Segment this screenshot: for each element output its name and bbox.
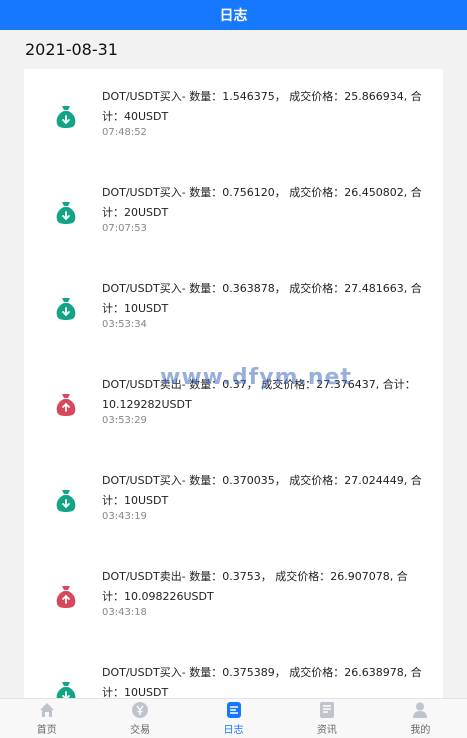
page-title: 日志 — [219, 8, 248, 24]
home-icon — [39, 703, 54, 717]
money-bag-down-icon — [56, 106, 76, 128]
money-bag-down-icon — [56, 202, 76, 224]
tab-profile[interactable]: 我的 — [374, 699, 467, 738]
tab-label: 我的 — [410, 725, 431, 736]
tab-label: 日志 — [223, 725, 244, 736]
tab-label: 资讯 — [316, 725, 337, 736]
log-time: 03:53:29 — [102, 415, 147, 426]
log-text: DOT/USDT买入- 数量：0.363878， 成交价格：27.481663,… — [102, 282, 422, 315]
log-text: DOT/USDT买入- 数量：0.375389， 成交价格：26.638978,… — [102, 666, 422, 699]
log-text: DOT/USDT买入- 数量：0.756120， 成交价格：26.450802,… — [102, 186, 422, 219]
log-date: 2021-08-31 — [25, 40, 118, 59]
log-time: 07:48:52 — [102, 127, 147, 138]
tab-news[interactable]: 资讯 — [280, 699, 373, 738]
trade-icon — [132, 702, 149, 718]
log-time: 03:43:19 — [102, 511, 147, 522]
user-icon — [413, 702, 428, 718]
log-time: 03:43:18 — [102, 607, 147, 618]
bottom-tab-bar: 首页 交易 日志 资讯 我的 — [0, 698, 467, 738]
log-time: 07:07:53 — [102, 223, 147, 234]
log-text: DOT/USDT买入- 数量：1.546375， 成交价格：25.866934,… — [102, 90, 422, 123]
app-header: 日志 — [0, 0, 467, 30]
tab-log[interactable]: 日志 — [187, 699, 280, 738]
tab-label: 首页 — [36, 725, 57, 736]
tab-trade[interactable]: 交易 — [93, 699, 186, 738]
log-item[interactable]: DOT/USDT买入- 数量：0.370035， 成交价格：27.024449,… — [24, 453, 443, 549]
tab-label: 交易 — [130, 725, 151, 736]
log-text: DOT/USDT买入- 数量：0.370035， 成交价格：27.024449,… — [102, 474, 422, 507]
log-item[interactable]: DOT/USDT买入- 数量：0.363878， 成交价格：27.481663,… — [24, 261, 443, 357]
money-bag-up-icon — [56, 586, 76, 608]
money-bag-up-icon — [56, 394, 76, 416]
tab-home[interactable]: 首页 — [0, 699, 93, 738]
log-text: DOT/USDT卖出- 数量：0.3753， 成交价格：26.907078, 合… — [102, 570, 408, 603]
log-time: 03:53:34 — [102, 319, 147, 330]
money-bag-down-icon — [56, 490, 76, 512]
watermark-text: www.dfym.net — [160, 365, 352, 390]
log-icon — [226, 702, 241, 718]
money-bag-down-icon — [56, 298, 76, 320]
log-item[interactable]: DOT/USDT买入- 数量：1.546375， 成交价格：25.866934,… — [24, 69, 443, 165]
log-item[interactable]: DOT/USDT买入- 数量：0.756120， 成交价格：26.450802,… — [24, 165, 443, 261]
news-icon — [319, 702, 334, 718]
log-item[interactable]: DOT/USDT卖出- 数量：0.3753， 成交价格：26.907078, 合… — [24, 549, 443, 645]
